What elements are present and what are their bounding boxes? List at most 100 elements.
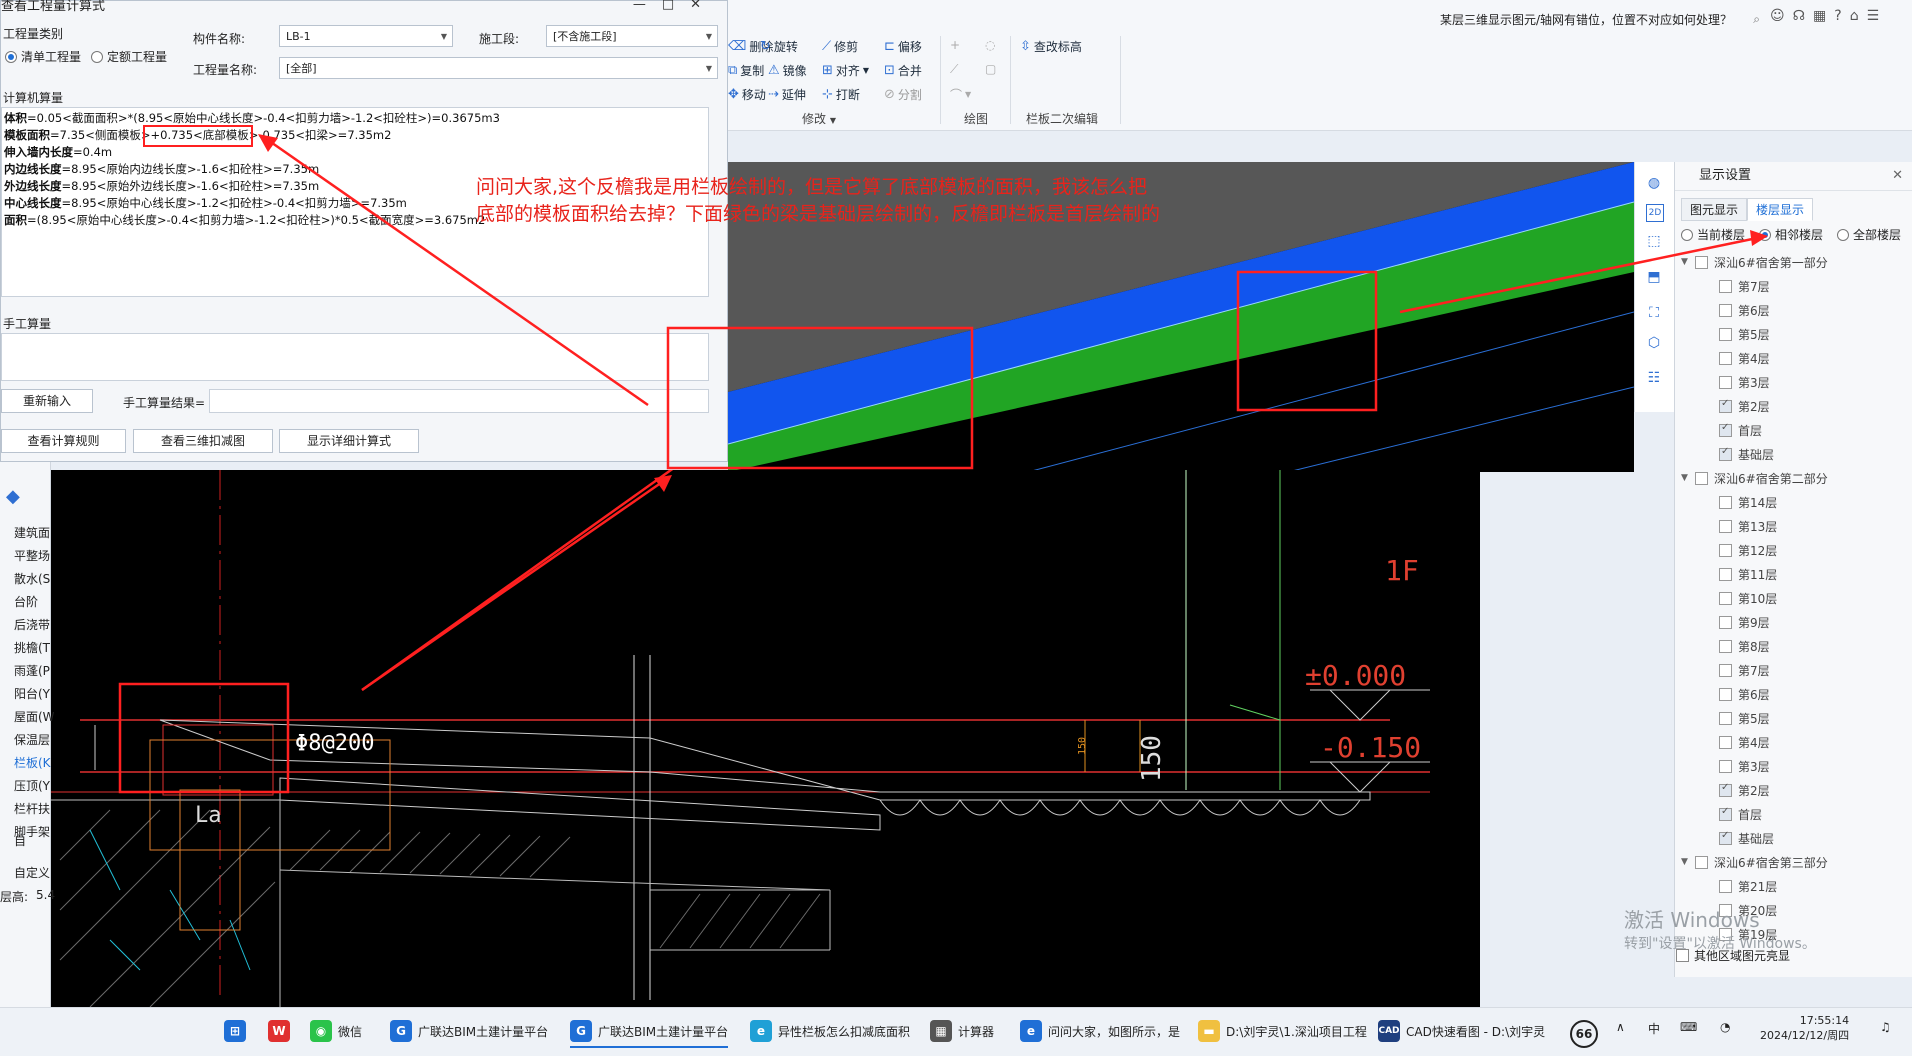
check-elevation-button[interactable]: ⇳ 查改标高	[1020, 38, 1082, 55]
checkbox-icon[interactable]	[1719, 735, 1732, 749]
close-icon[interactable]: ✕	[1892, 162, 1903, 190]
checkbox-icon[interactable]	[1719, 398, 1732, 413]
chevron-down-icon[interactable]: ▼	[1681, 857, 1695, 867]
checkbox-icon[interactable]	[1719, 327, 1732, 341]
tray-chevron-icon[interactable]: ∧	[1616, 1020, 1625, 1034]
copy-button[interactable]: ⧉ 复制	[728, 62, 764, 79]
view-rules-button[interactable]: 查看计算规则	[1, 429, 126, 453]
2d-view-icon[interactable]: 2D	[1646, 204, 1664, 222]
component-type-item[interactable]: 栏杆扶	[14, 800, 50, 817]
cube-icon[interactable]: ⬒	[1643, 266, 1665, 288]
tree-floor-item[interactable]: 第21层	[1679, 874, 1909, 898]
component-type-item[interactable]: 压顶(Y	[14, 777, 50, 794]
checkbox-icon[interactable]	[1719, 591, 1732, 605]
checkbox-icon[interactable]	[1719, 782, 1732, 797]
tree-floor-item[interactable]: 第7层	[1679, 274, 1909, 298]
tree-floor-item[interactable]: 第12层	[1679, 538, 1909, 562]
component-type-item[interactable]: 阳台(Y	[14, 685, 50, 702]
tree-floor-item[interactable]: 第5层	[1679, 322, 1909, 346]
checkbox-icon[interactable]	[1719, 687, 1732, 701]
show-detail-formula-button[interactable]: 显示详细计算式	[279, 429, 419, 453]
checkbox-icon[interactable]	[1719, 446, 1732, 461]
glodon-app-2[interactable]: G 广联达BIM土建计量平台	[570, 1020, 729, 1048]
checkbox-icon[interactable]	[1719, 759, 1732, 773]
align-button[interactable]: ⊞ 对齐 ▼	[822, 62, 869, 79]
component-type-item[interactable]: 雨蓬(P	[14, 662, 50, 679]
merge-button[interactable]: ⊡ 合并	[884, 62, 922, 79]
tree-floor-item[interactable]: 首层	[1679, 802, 1909, 826]
tree-floor-item[interactable]: 第8层	[1679, 634, 1909, 658]
component-type-item[interactable]: 挑檐(T	[14, 639, 50, 656]
chevron-down-icon[interactable]: ▼	[1681, 257, 1695, 267]
construction-section-select[interactable]: [不含施工段] ▼	[546, 25, 718, 47]
line-draw-button[interactable]: ⟋	[950, 62, 958, 77]
extend-button[interactable]: ⇢ 延伸	[768, 86, 806, 103]
rect-draw-button[interactable]: ▢	[985, 62, 996, 76]
tree-floor-item[interactable]: 第6层	[1679, 298, 1909, 322]
trim-button[interactable]: ⟋ 修剪	[822, 38, 858, 55]
tree-floor-item[interactable]: 第2层	[1679, 778, 1909, 802]
checkbox-icon[interactable]	[1719, 615, 1732, 629]
rotate-button[interactable]: ↻ 旋转	[760, 38, 798, 55]
checkbox-icon[interactable]	[1719, 830, 1732, 845]
break-button[interactable]: ⊹ 打断	[822, 86, 860, 103]
tab-floors[interactable]: 楼层显示	[1747, 198, 1814, 221]
component-type-item[interactable]: 自	[14, 832, 26, 849]
component-type-item[interactable]: 保温层	[14, 731, 50, 748]
checkbox-icon[interactable]	[1719, 639, 1732, 653]
component-type-item[interactable]: 栏板(K	[14, 754, 51, 771]
help-search-box[interactable]: 某层三维显示图元/轴网有错位，位置不对应如何处理？ ⌕	[1440, 8, 1760, 30]
checkbox-icon[interactable]	[1719, 422, 1732, 437]
menu-icon[interactable]: ☰	[1867, 8, 1888, 24]
checkbox-icon[interactable]	[1719, 519, 1732, 533]
start-button[interactable]: ⊞	[224, 1020, 246, 1042]
shirt-icon[interactable]: ⌂	[1850, 8, 1867, 24]
calendar-icon[interactable]: ▦	[1813, 8, 1834, 24]
volume-icon[interactable]: ◔	[1720, 1020, 1730, 1034]
folder-app[interactable]: ▬ D:\刘宇灵\1.深汕项目工程	[1198, 1020, 1367, 1042]
tree-group[interactable]: ▼ 深汕6#宿舍第三部分	[1679, 850, 1909, 874]
checkbox-icon[interactable]	[1719, 567, 1732, 581]
wechat-app[interactable]: ◉ 微信	[310, 1020, 362, 1042]
clock[interactable]: 17:55:14 2024/12/12/周四	[1760, 1014, 1849, 1043]
checkbox-icon[interactable]	[1719, 303, 1732, 317]
component-type-item[interactable]: 屋面(W	[14, 708, 55, 725]
glodon-app-1[interactable]: G 广联达BIM土建计量平台	[390, 1020, 548, 1042]
tree-floor-item[interactable]: 第13层	[1679, 514, 1909, 538]
tree-floor-item[interactable]: 第9层	[1679, 610, 1909, 634]
tree-group[interactable]: ▼ 深汕6#宿舍第一部分	[1679, 250, 1909, 274]
checkbox-icon[interactable]	[1719, 375, 1732, 389]
cube-outline-icon[interactable]: ⬡	[1643, 332, 1665, 354]
checkbox-icon[interactable]	[1719, 543, 1732, 557]
checkbox-icon[interactable]	[1719, 711, 1732, 725]
tree-floor-item[interactable]: 第3层	[1679, 370, 1909, 394]
radio-current-floor[interactable]: 当前楼层	[1681, 226, 1745, 243]
radio-quota-quantity[interactable]: 定额工程量	[91, 48, 167, 65]
view-3d-deduction-button[interactable]: 查看三维扣减图	[133, 429, 273, 453]
offset-button[interactable]: ⊏ 偏移	[884, 38, 922, 55]
tree-floor-item[interactable]: 第2层	[1679, 394, 1909, 418]
tree-floor-item[interactable]: 首层	[1679, 418, 1909, 442]
component-type-item[interactable]: 建筑面	[14, 524, 50, 541]
checkbox-icon[interactable]	[1719, 351, 1732, 365]
bell-icon[interactable]: ♫	[1880, 1020, 1891, 1034]
tree-floor-item[interactable]: 第4层	[1679, 346, 1909, 370]
tree-floor-item[interactable]: 第7层	[1679, 658, 1909, 682]
cad-drawing-view[interactable]: 150 1F ±0.000 -0.150 150 Φ8@200 La	[50, 470, 1480, 1007]
edge-app[interactable]: e 异性栏板怎么扣减底面积	[750, 1020, 910, 1042]
cad-viewer-app[interactable]: CAD CAD快速看图 - D:\刘宇灵	[1378, 1020, 1545, 1042]
tree-floor-item[interactable]: 第4层	[1679, 730, 1909, 754]
calculator-app[interactable]: ▦ 计算器	[930, 1020, 994, 1042]
window-controls[interactable]: —□✕	[633, 0, 717, 11]
tree-floor-item[interactable]: 第5层	[1679, 706, 1909, 730]
component-name-select[interactable]: LB-1 ▼	[279, 25, 453, 47]
tree-floor-item[interactable]: 第11层	[1679, 562, 1909, 586]
list-icon[interactable]: ☷	[1643, 367, 1665, 389]
component-type-item[interactable]: 台阶	[14, 593, 38, 610]
manual-calc-textbox[interactable]	[1, 333, 709, 381]
chevron-down-icon[interactable]: ▼	[1681, 473, 1695, 483]
component-type-item[interactable]: 散水(S	[14, 570, 50, 587]
tree-floor-item[interactable]: 第10层	[1679, 586, 1909, 610]
tree-group[interactable]: ▼ 深汕6#宿舍第二部分	[1679, 466, 1909, 490]
checkbox-icon[interactable]	[1695, 471, 1708, 485]
